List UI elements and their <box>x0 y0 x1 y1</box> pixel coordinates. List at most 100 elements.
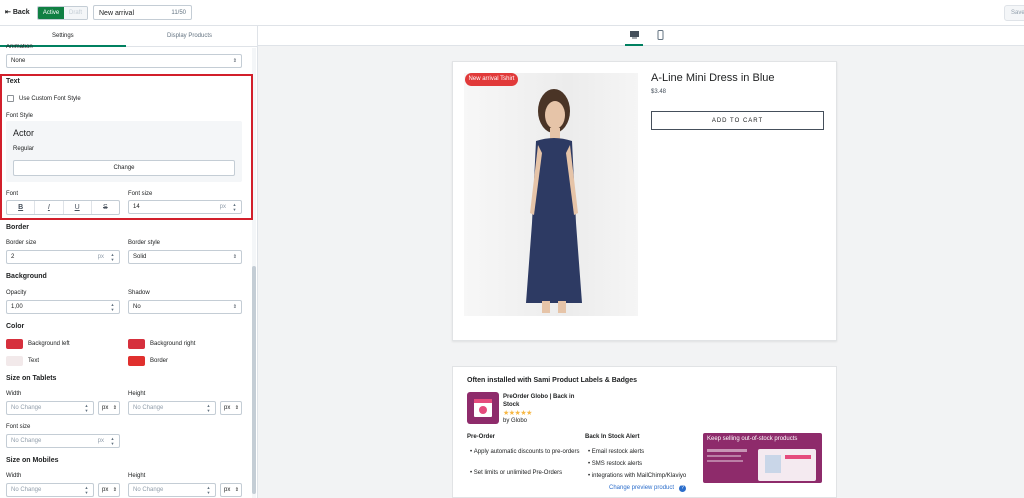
save-button[interactable]: Save <box>1004 5 1024 21</box>
mobile-height-unit[interactable]: px ⇕ <box>220 483 242 497</box>
select-arrows-icon: ⇕ <box>234 405 239 411</box>
list-item-text: Email restock alerts <box>591 449 645 455</box>
font-variant: Regular <box>13 146 35 152</box>
back-button[interactable]: ⇤ Back <box>5 8 30 17</box>
border-color-label: Border <box>150 358 169 364</box>
bg-right-label: Background right <box>150 341 196 347</box>
change-preview-link[interactable]: Change preview product <box>609 485 674 491</box>
tablet-width-label: Width <box>6 391 22 397</box>
mobile-height-input[interactable]: No Change ▲ ▼ <box>128 483 216 497</box>
tablets-heading: Size on Tablets <box>6 375 57 382</box>
placeholder: No Change <box>133 487 164 493</box>
device-active-indicator <box>625 44 643 46</box>
tablet-font-size-label: Font size <box>6 424 31 430</box>
list-item: • Email restock alerts <box>588 449 645 455</box>
stepper-icon[interactable]: ▲ ▼ <box>230 202 239 212</box>
opacity-input[interactable]: 1,00 ▲ ▼ <box>6 300 120 314</box>
stepper-icon[interactable]: ▲ ▼ <box>108 302 117 312</box>
change-font-button[interactable]: Change <box>13 160 235 176</box>
tab-settings[interactable]: Settings <box>52 33 74 39</box>
help-icon[interactable]: ? <box>679 485 686 492</box>
recommendation-title: Often installed with Sami Product Labels… <box>467 377 637 384</box>
tab-display-products[interactable]: Display Products <box>167 33 212 39</box>
select-arrows-icon: ⇕ <box>232 58 237 64</box>
placeholder: No Change <box>11 438 42 444</box>
tablet-height-unit[interactable]: px ⇕ <box>220 401 242 415</box>
desktop-icon[interactable] <box>628 30 641 41</box>
scrollbar-thumb[interactable] <box>252 266 256 494</box>
preview-toolbar <box>258 26 1024 46</box>
custom-font-label: Use Custom Font Style <box>19 96 81 102</box>
list-item: • SMS restock alerts <box>588 461 643 467</box>
label-name-input[interactable]: New arrival 11/50 <box>93 5 192 20</box>
unit-value: px <box>102 405 109 411</box>
animation-select[interactable]: None ⇕ <box>6 54 242 68</box>
select-arrows-icon: ⇕ <box>112 405 117 411</box>
shadow-select[interactable]: No ⇕ <box>128 300 242 314</box>
bg-right-swatch[interactable] <box>128 339 145 349</box>
border-size-input[interactable]: 2 px ▲ ▼ <box>6 250 120 264</box>
mobile-width-input[interactable]: No Change ▲ ▼ <box>6 483 94 497</box>
stepper-icon[interactable]: ▲ ▼ <box>82 485 91 495</box>
border-color-swatch[interactable] <box>128 356 145 366</box>
stepper-icon[interactable]: ▲ ▼ <box>82 403 91 413</box>
unit-label: px <box>219 204 226 210</box>
product-label-badge: New arrival Tshirt <box>465 73 518 86</box>
stepper-icon[interactable]: ▲ ▼ <box>108 436 117 446</box>
unit-value: px <box>224 405 231 411</box>
font-size-input[interactable]: 14 px ▲ ▼ <box>128 200 242 214</box>
placeholder: No Change <box>11 405 42 411</box>
select-arrows-icon: ⇕ <box>232 304 237 310</box>
font-size-value: 14 <box>133 204 140 210</box>
add-to-cart-button[interactable]: ADD TO CART <box>651 111 824 130</box>
status-active[interactable]: Active <box>38 7 64 19</box>
char-count: 11/50 <box>171 10 186 16</box>
stepper-icon[interactable]: ▲ ▼ <box>108 252 117 262</box>
tablet-width-unit[interactable]: px ⇕ <box>98 401 120 415</box>
list-item-text: integrations with MailChimp/Klaviyo <box>591 473 687 479</box>
mobiles-heading: Size on Mobiles <box>6 457 59 464</box>
tablet-width-input[interactable]: No Change ▲ ▼ <box>6 401 94 415</box>
list-item-text: Set limits or unlimited Pre-Orders <box>473 470 563 476</box>
stepper-icon[interactable]: ▲ ▼ <box>204 485 213 495</box>
rating-stars: ★★★★★ <box>503 410 532 417</box>
strikethrough-button[interactable]: S <box>92 201 119 214</box>
text-heading: Text <box>6 78 20 85</box>
bg-left-label: Background left <box>28 341 70 347</box>
border-style-value: Solid <box>133 254 147 260</box>
status-draft[interactable]: Draft <box>64 7 87 19</box>
underline-button[interactable]: U <box>64 201 92 214</box>
background-heading: Background <box>6 273 47 280</box>
promo-text: Keep selling out-of-stock products <box>707 436 798 442</box>
border-heading: Border <box>6 224 29 231</box>
placeholder: No Change <box>133 405 164 411</box>
app-icon[interactable] <box>467 392 499 424</box>
tablet-font-size-input[interactable]: No Change px ▲ ▼ <box>6 434 120 448</box>
custom-font-checkbox[interactable] <box>7 95 14 102</box>
tablet-height-input[interactable]: No Change ▲ ▼ <box>128 401 216 415</box>
bg-left-swatch[interactable] <box>6 339 23 349</box>
shadow-value: No <box>133 304 141 310</box>
italic-button[interactable]: I <box>35 201 64 214</box>
shadow-label: Shadow <box>128 290 150 296</box>
status-toggle[interactable]: Active Draft <box>37 6 88 20</box>
select-arrows-icon: ⇕ <box>234 487 239 493</box>
mobile-width-label: Width <box>6 473 22 479</box>
select-arrows-icon: ⇕ <box>112 487 117 493</box>
app-name[interactable]: PreOrder Globo | Back in Stock <box>503 393 588 409</box>
border-size-label: Border size <box>6 240 37 246</box>
border-size-value: 2 <box>11 254 15 260</box>
back-label: Back <box>12 8 30 16</box>
tablet-height-label: Height <box>128 391 146 397</box>
list-item: • Apply automatic discounts to pre-order… <box>470 449 580 455</box>
mobile-width-unit[interactable]: px ⇕ <box>98 483 120 497</box>
list-item: • integrations with MailChimp/Klaviyo <box>588 473 687 479</box>
font-name: Actor <box>13 128 35 138</box>
mobile-icon[interactable] <box>655 30 665 41</box>
bold-button[interactable]: B <box>7 201 36 214</box>
stepper-icon[interactable]: ▲ ▼ <box>204 403 213 413</box>
font-size-label: Font size <box>128 191 153 197</box>
border-style-select[interactable]: Solid ⇕ <box>128 250 242 264</box>
text-color-swatch[interactable] <box>6 356 23 366</box>
back-icon: ⇤ <box>5 9 11 16</box>
